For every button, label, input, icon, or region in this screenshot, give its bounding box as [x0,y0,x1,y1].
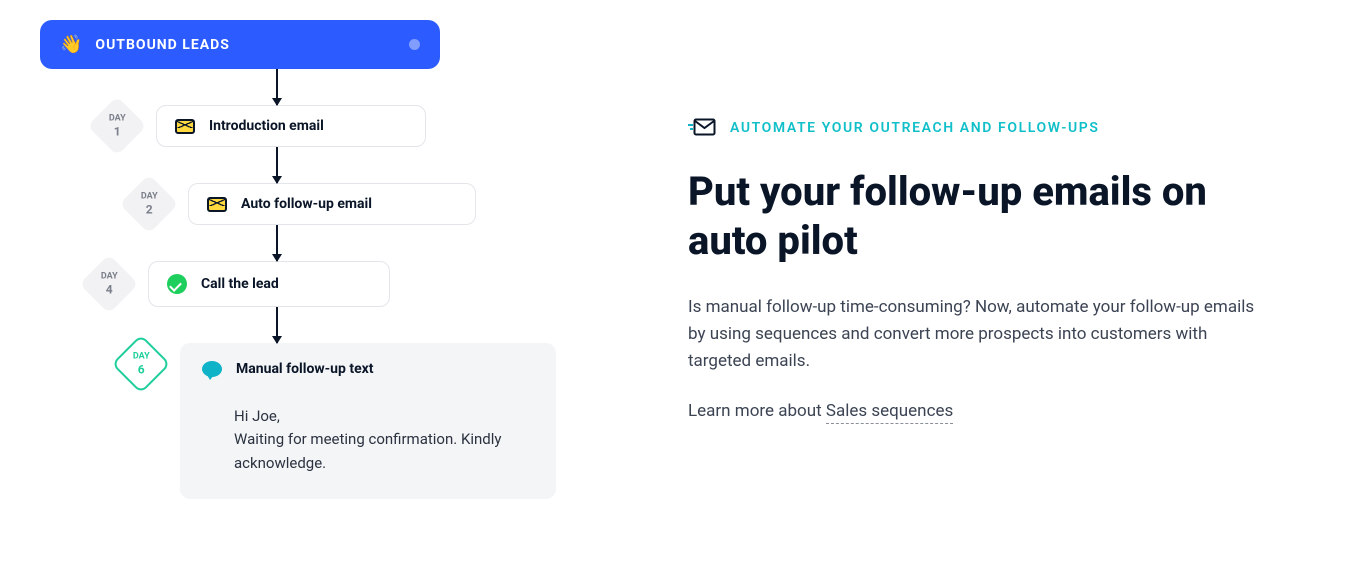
email-icon [175,119,195,134]
sequence-title: OUTBOUND LEADS [95,37,229,53]
day-number: 6 [133,363,150,376]
headline: Put your follow-up emails on auto pilot [688,168,1268,266]
sales-sequences-link[interactable]: Sales sequences [826,401,953,424]
body-copy: Is manual follow-up time-consuming? Now,… [688,294,1268,376]
email-icon [207,197,227,212]
learn-more-prefix: Learn more about [688,401,826,421]
message-line: Waiting for meeting confirmation. Kindly… [234,428,534,475]
sequence-header: 👋 OUTBOUND LEADS [40,20,440,69]
arrow-icon [276,307,278,343]
sequence-diagram: 👋 OUTBOUND LEADS DAY 1 Introduction emai… [0,0,600,571]
day-label: DAY [101,271,118,281]
chat-icon [202,361,222,377]
message-preview: Hi Joe, Waiting for meeting confirmation… [202,405,534,475]
arrow-icon [276,147,278,183]
step-card-expanded: Manual follow-up text Hi Joe, Waiting fo… [180,343,556,499]
step-label: Auto follow-up email [241,196,372,212]
step-card: Call the lead [148,261,390,307]
day-number: 1 [109,125,126,138]
sequence-step: DAY 4 Call the lead [40,261,600,307]
day-label: DAY [141,191,158,201]
check-icon [167,274,187,294]
day-number: 2 [141,203,158,216]
eyebrow-text: AUTOMATE YOUR OUTREACH AND FOLLOW-UPS [730,120,1099,136]
step-label: Call the lead [201,276,279,292]
content-section: AUTOMATE YOUR OUTREACH AND FOLLOW-UPS Pu… [600,0,1368,571]
message-line: Hi Joe, [234,405,534,428]
sequence-step: DAY 6 Manual follow-up text Hi Joe, Wait… [40,343,600,499]
day-badge: DAY 4 [79,254,138,313]
step-card: Auto follow-up email [188,183,476,225]
day-label: DAY [109,113,126,123]
sequence-step: DAY 2 Auto follow-up email [40,183,600,225]
day-number: 4 [101,283,118,296]
step-card: Introduction email [156,105,426,147]
learn-more: Learn more about Sales sequences [688,401,1298,421]
day-label: DAY [133,351,150,361]
send-email-icon [688,118,716,138]
day-badge: DAY 2 [119,174,178,233]
day-badge: DAY 1 [87,96,146,155]
sequence-step: DAY 1 Introduction email [40,105,600,147]
arrow-icon [276,69,278,105]
arrow-icon [276,225,278,261]
wave-icon: 👋 [60,34,83,55]
day-badge-active: DAY 6 [111,334,170,393]
eyebrow: AUTOMATE YOUR OUTREACH AND FOLLOW-UPS [688,118,1298,138]
status-dot-icon [409,39,420,50]
step-label: Introduction email [209,118,324,134]
step-label: Manual follow-up text [236,361,374,377]
